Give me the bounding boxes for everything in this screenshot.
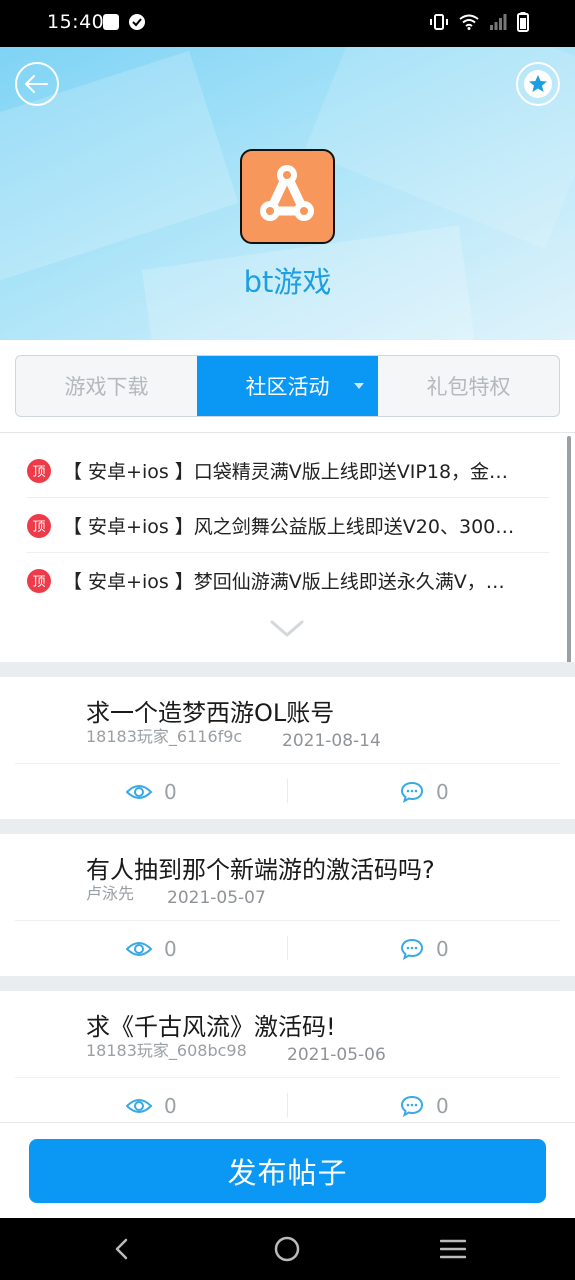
section-divider [0,432,575,433]
app-header: bt游戏 [0,47,575,340]
app-title: bt游戏 [243,265,332,299]
publish-post-button[interactable]: 发布帖子 [29,1139,546,1203]
signal-icon [490,14,507,30]
post-author: 18183玩家_6116f9c [86,727,243,746]
back-button[interactable] [15,62,59,106]
nav-recents-icon[interactable] [440,1239,466,1259]
publish-bar: 发布帖子 [0,1122,575,1218]
stat-divider [287,779,288,803]
comment-icon [400,938,424,960]
nav-home-icon[interactable] [274,1236,300,1262]
link-nodes-icon [260,165,314,221]
pinned-title: 【 安卓+ios 】风之剑舞公益版上线即送V20、300… [63,516,515,538]
stat-divider [287,936,288,960]
post-card[interactable]: 有人抽到那个新端游的激活码吗? 卢泳先 2021-05-07 0 0 [0,834,575,976]
row-divider [15,1077,560,1078]
post-date: 2021-05-06 [287,1045,386,1065]
back-arrow-icon [25,75,48,93]
dropdown-caret-icon [354,383,364,389]
pinned-item[interactable]: 顶 【 安卓+ios 】梦回仙游满V版上线即送永久满V，… [27,553,549,608]
row-divider [15,763,560,764]
notification-check-icon [129,14,145,30]
pinned-item[interactable]: 顶 【 安卓+ios 】风之剑舞公益版上线即送V20、300… [27,498,549,553]
view-count-value: 0 [164,1094,177,1118]
view-count-value: 0 [164,937,177,961]
comment-count[interactable]: 0 [400,1094,449,1118]
comment-count[interactable]: 0 [400,937,449,961]
view-count: 0 [126,780,177,804]
wifi-icon [459,14,479,30]
eye-icon [126,942,152,956]
pinned-badge: 顶 [27,568,51,593]
comment-icon [400,781,424,803]
tab-bar: 游戏下载 社区活动 礼包特权 [15,355,560,417]
tab-label: 游戏下载 [64,375,149,399]
pinned-title: 【 安卓+ios 】口袋精灵满V版上线即送VIP18，金… [63,461,509,483]
favorite-button[interactable] [516,62,560,106]
tab-community-activity[interactable]: 社区活动 [197,356,378,416]
stat-divider [287,1093,288,1117]
view-count-value: 0 [164,780,177,804]
comment-count-value: 0 [436,780,449,804]
post-title: 有人抽到那个新端游的激活码吗? [86,856,435,884]
comment-count-value: 0 [436,937,449,961]
eye-icon [126,785,152,799]
view-count: 0 [126,1094,177,1118]
section-divider [0,819,575,834]
post-card[interactable]: 求《千古风流》激活码! 18183玩家_608bc98 2021-05-06 0… [0,991,575,1133]
expand-chevron-icon[interactable] [270,619,304,639]
tab-label: 礼包特权 [426,375,511,399]
tab-label: 社区活动 [245,375,330,399]
post-date: 2021-05-07 [167,888,266,908]
system-navigation-bar [0,1218,575,1280]
comment-count[interactable]: 0 [400,780,449,804]
post-author: 卢泳先 [86,884,135,903]
notification-mail-icon [103,14,119,30]
pinned-badge: 顶 [27,513,51,538]
comment-count-value: 0 [436,1094,449,1118]
post-card[interactable]: 求一个造梦西游OL账号 18183玩家_6116f9c 2021-08-14 0… [0,677,575,819]
star-icon [524,70,552,98]
pinned-item[interactable]: 顶 【 安卓+ios 】口袋精灵满V版上线即送VIP18，金… [27,443,549,498]
post-author: 18183玩家_608bc98 [86,1041,247,1060]
eye-icon [126,1099,152,1113]
row-divider [15,920,560,921]
section-divider [0,976,575,991]
tab-gift-privileges[interactable]: 礼包特权 [378,356,559,416]
pinned-title: 【 安卓+ios 】梦回仙游满V版上线即送永久满V，… [63,571,505,593]
comment-icon [400,1095,424,1117]
battery-icon [517,12,529,32]
status-time: 15:40 [47,11,105,33]
vibrate-icon [430,14,448,30]
app-icon [240,149,335,244]
pinned-badge: 顶 [27,458,51,483]
post-date: 2021-08-14 [282,731,381,751]
nav-back-icon[interactable] [110,1237,134,1261]
tab-game-download[interactable]: 游戏下载 [16,356,197,416]
view-count: 0 [126,937,177,961]
status-bar: 15:40 [0,0,575,47]
section-divider [0,662,575,677]
